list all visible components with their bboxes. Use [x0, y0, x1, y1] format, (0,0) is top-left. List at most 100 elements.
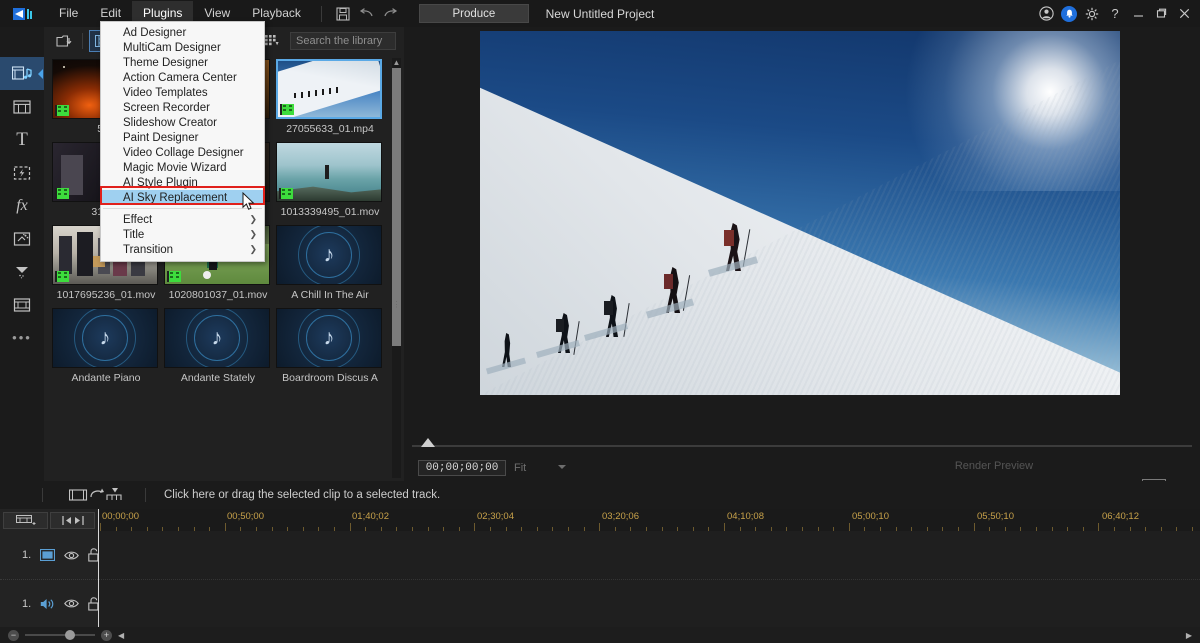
menu-item-screen-recorder[interactable]: Screen Recorder: [101, 100, 264, 115]
scrubber-track[interactable]: [412, 445, 1192, 447]
timeline-playhead[interactable]: [98, 509, 99, 627]
preview-scrubber[interactable]: [412, 435, 1192, 451]
menu-item-label: Video Collage Designer: [123, 147, 244, 159]
menu-item-ai-sky-replacement[interactable]: AI Sky Replacement: [101, 190, 264, 205]
timeline-track-audio[interactable]: [98, 579, 1200, 627]
list-item[interactable]: 1013339495_01.mov: [276, 142, 384, 218]
search-input[interactable]: Search the library: [290, 32, 396, 50]
sidebar-item-room[interactable]: [0, 90, 44, 123]
menu-item-multicam-designer[interactable]: MultiCam Designer: [101, 40, 264, 55]
menu-item-video-collage-designer[interactable]: Video Collage Designer: [101, 145, 264, 160]
zoom-in-button[interactable]: +: [101, 630, 112, 641]
insert-clip-to-track-icon[interactable]: [69, 487, 127, 503]
menu-item-video-templates[interactable]: Video Templates: [101, 85, 264, 100]
maximize-icon[interactable]: [1151, 4, 1171, 24]
sidebar-item-particle-room[interactable]: [0, 222, 44, 255]
eye-icon[interactable]: [64, 550, 79, 561]
undo-arrow-icon[interactable]: [355, 4, 379, 24]
sidebar-item-title-room[interactable]: T: [0, 123, 44, 156]
zoom-track[interactable]: [25, 634, 95, 636]
audio-thumbnail[interactable]: ♪: [276, 225, 382, 285]
menu-item-theme-designer[interactable]: Theme Designer: [101, 55, 264, 70]
redo-arrow-icon[interactable]: [379, 4, 403, 24]
produce-button[interactable]: Produce: [419, 4, 529, 23]
settings-gear-icon[interactable]: [1082, 4, 1102, 24]
video-badge-icon: [55, 105, 69, 116]
track-header-video[interactable]: 1.: [0, 531, 98, 579]
render-preview-button[interactable]: Render Preview: [948, 458, 1040, 474]
sidebar-item-fx-room[interactable]: fx: [0, 189, 44, 222]
scroll-right-icon[interactable]: ▶: [1186, 631, 1192, 640]
playhead-handle[interactable]: [421, 438, 435, 447]
menu-item-transition[interactable]: Transition❯: [101, 242, 264, 257]
scroll-up-icon[interactable]: ▲: [392, 58, 401, 67]
media-label: 1013339495_01.mov: [276, 206, 384, 218]
audio-track-icon[interactable]: [40, 598, 55, 610]
media-label: 1020801037_01.mov: [164, 289, 272, 301]
media-thumbnail[interactable]: [276, 142, 382, 202]
timeline-tracks[interactable]: [98, 531, 1200, 627]
video-badge-icon: [279, 188, 293, 199]
sidebar-item-effect-room[interactable]: [0, 156, 44, 189]
zoom-knob[interactable]: [65, 630, 75, 640]
track-manager-icon[interactable]: [3, 512, 48, 529]
menu-item-title[interactable]: Title❯: [101, 227, 264, 242]
menu-item-action-camera-center[interactable]: Action Camera Center: [101, 70, 264, 85]
ruler-label: 01;40;02: [352, 511, 389, 522]
ruler-label: 06;40;12: [1102, 511, 1139, 522]
menu-item-ad-designer[interactable]: Ad Designer: [101, 25, 264, 40]
eye-icon[interactable]: [64, 598, 79, 609]
video-track-icon[interactable]: [40, 549, 55, 561]
scroll-left-icon[interactable]: ◀: [118, 631, 124, 640]
ruler-tick: [350, 523, 351, 531]
media-label: Andante Piano: [52, 372, 160, 384]
sidebar-item-media-room[interactable]: [0, 57, 44, 90]
audio-thumbnail[interactable]: ♪: [276, 308, 382, 368]
close-icon[interactable]: [1174, 4, 1194, 24]
menu-item-label: Magic Movie Wizard: [123, 162, 227, 174]
sidebar-item-transition-room[interactable]: [0, 255, 44, 288]
video-preview[interactable]: [480, 31, 1120, 395]
ruler-label: 00;50;00: [227, 511, 264, 522]
zoom-level-select[interactable]: Fit: [512, 460, 570, 476]
list-item[interactable]: 27055633_01.mp4: [276, 59, 384, 135]
more-rooms-icon[interactable]: •••: [0, 321, 44, 354]
timecode-field[interactable]: 00;00;00;00: [418, 460, 506, 476]
import-media-icon[interactable]: [52, 30, 76, 52]
preview-panel: 00;00;00;00 Fit: [404, 27, 1200, 481]
menu-file[interactable]: File: [48, 1, 89, 26]
account-icon[interactable]: [1036, 4, 1056, 24]
ruler-tick: [724, 523, 725, 531]
media-label: Andante Stately: [164, 372, 272, 384]
notification-bell-icon[interactable]: [1059, 4, 1079, 24]
list-item[interactable]: ♪ A Chill In The Air: [276, 225, 384, 301]
menu-item-label: AI Sky Replacement: [123, 192, 227, 204]
timeline-zoom-slider[interactable]: − +: [8, 630, 112, 641]
ruler-label: 05;50;10: [977, 511, 1014, 522]
panel-resize-grip[interactable]: ⋮: [392, 303, 401, 306]
list-item[interactable]: ♪ Andante Piano: [52, 308, 160, 384]
audio-thumbnail[interactable]: ♪: [52, 308, 158, 368]
menu-item-magic-movie-wizard[interactable]: Magic Movie Wizard: [101, 160, 264, 175]
track-header-audio[interactable]: 1.: [0, 579, 98, 627]
audio-thumbnail[interactable]: ♪: [164, 308, 270, 368]
menu-item-slideshow-creator[interactable]: Slideshow Creator: [101, 115, 264, 130]
menu-item-paint-designer[interactable]: Paint Designer: [101, 130, 264, 145]
list-item[interactable]: ♪ Boardroom Discus A: [276, 308, 384, 384]
plugins-dropdown-menu[interactable]: Ad DesignerMultiCam DesignerTheme Design…: [100, 21, 265, 262]
toolbar-divider: [82, 33, 83, 49]
library-scrollbar[interactable]: ▲: [392, 58, 401, 478]
list-item[interactable]: ♪ Andante Stately: [164, 308, 272, 384]
minimize-icon[interactable]: [1128, 4, 1148, 24]
menu-item-label: Screen Recorder: [123, 102, 210, 114]
menu-item-effect[interactable]: Effect❯: [101, 212, 264, 227]
sidebar-item-subtitle-room[interactable]: [0, 288, 44, 321]
floppy-disk-icon[interactable]: [331, 4, 355, 24]
timeline-track-video[interactable]: [98, 531, 1200, 579]
help-icon[interactable]: ?: [1105, 4, 1125, 24]
track-sync-icon[interactable]: [50, 512, 95, 529]
menu-item-ai-style-plugin[interactable]: AI Style Plugin: [101, 175, 264, 190]
media-thumbnail-selected[interactable]: [276, 59, 382, 119]
timeline-ruler[interactable]: 00;00;0000;50;0001;40;0202;30;0403;20;06…: [98, 509, 1200, 531]
zoom-out-button[interactable]: −: [8, 630, 19, 641]
